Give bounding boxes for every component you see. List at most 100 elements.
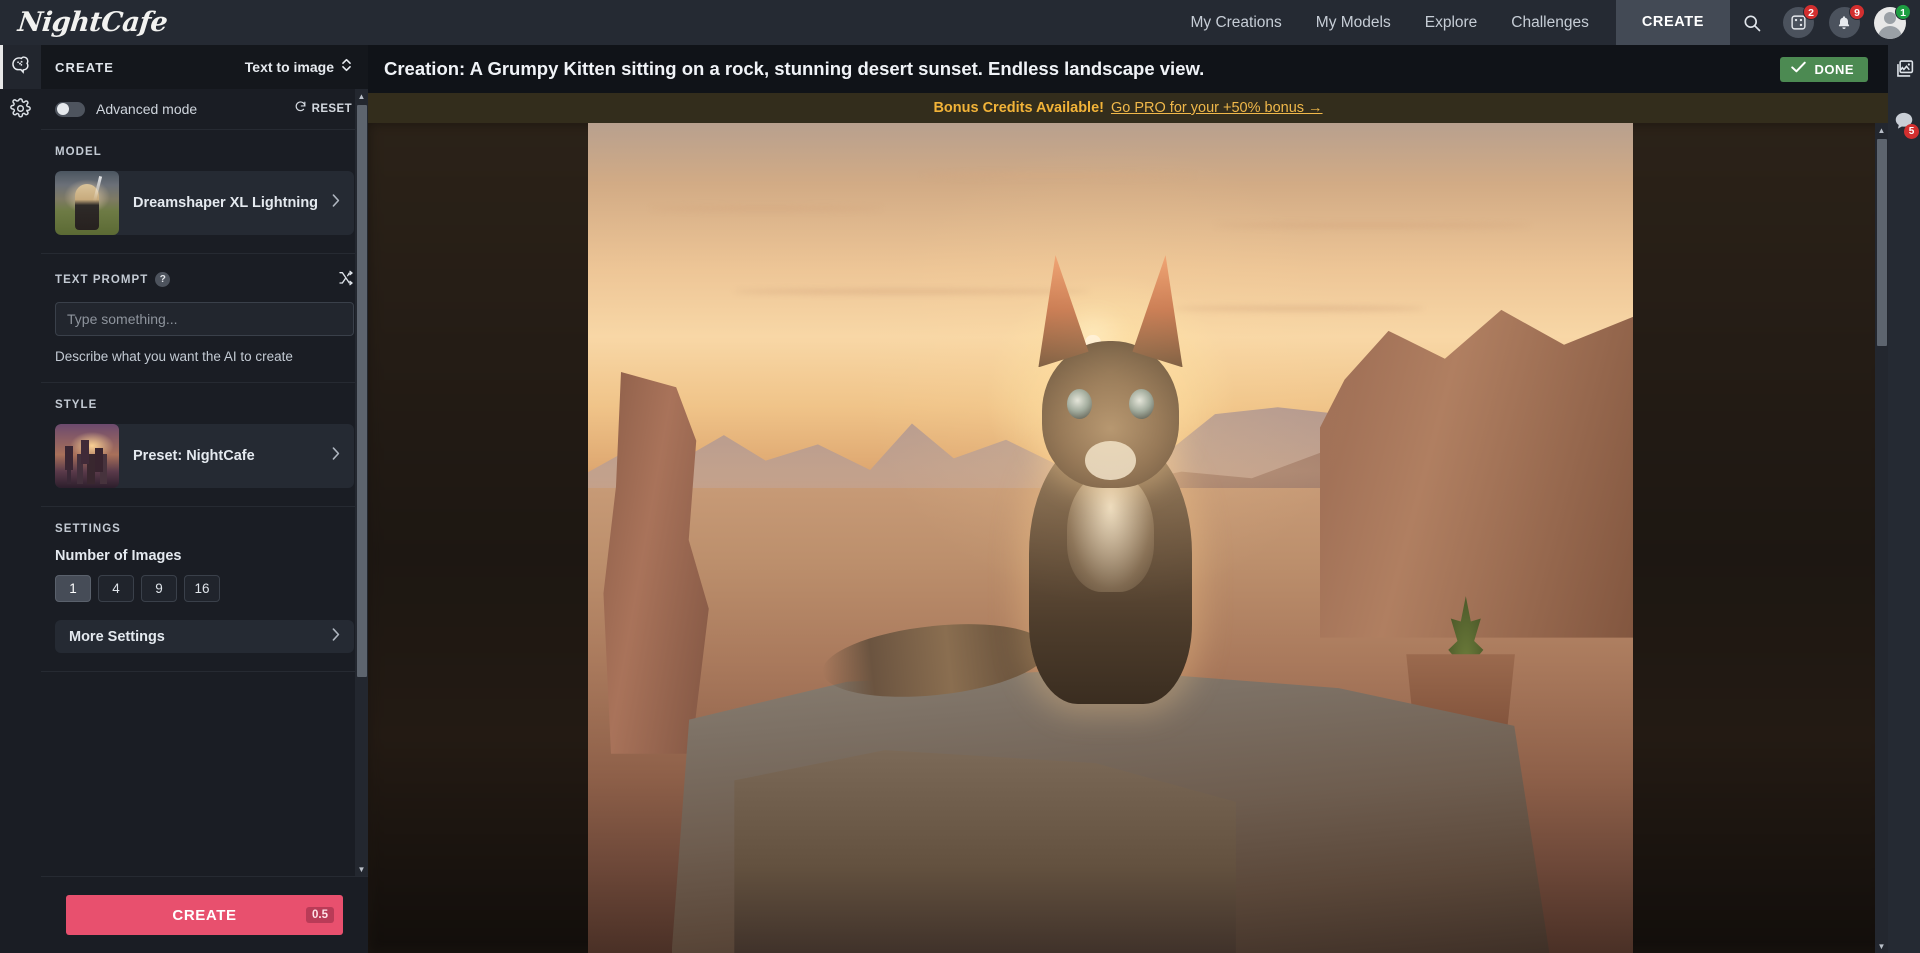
sidebar-footer: CREATE 0.5 <box>41 876 368 953</box>
artwork-kitten-chest <box>1066 470 1155 592</box>
done-button[interactable]: DONE <box>1780 56 1868 82</box>
number-of-images-options: 1 4 9 16 <box>55 575 354 602</box>
model-thumbnail <box>55 171 119 235</box>
generated-image[interactable] <box>588 123 1633 953</box>
sidebar-header: CREATE Text to image <box>41 45 368 89</box>
top-navbar: NightCafe My Creations My Models Explore… <box>0 0 1920 45</box>
scroll-down-icon[interactable]: ▼ <box>1875 939 1888 953</box>
page-title: Creation: A Grumpy Kitten sitting on a r… <box>384 58 1205 79</box>
sidebar-content: Advanced mode RESET MODEL Dreamshaper XL… <box>41 89 368 682</box>
style-thumbnail <box>55 424 119 488</box>
banner-link[interactable]: Go PRO for your +50% bonus → <box>1111 100 1323 116</box>
refresh-icon <box>294 100 307 118</box>
scroll-down-icon[interactable]: ▼ <box>355 862 368 876</box>
chevron-right-icon <box>329 627 342 647</box>
dice-badge: 2 <box>1803 3 1819 20</box>
navbar-create-button[interactable]: CREATE <box>1615 0 1730 45</box>
create-button-label: CREATE <box>172 906 237 924</box>
brain-icon <box>10 54 31 80</box>
mode-selector-value: Text to image <box>244 59 334 75</box>
shuffle-icon[interactable] <box>338 270 354 289</box>
sidebar-scrollbar[interactable]: ▲ ▼ <box>355 89 368 876</box>
style-section-label: STYLE <box>55 399 98 411</box>
style-thumbnail-image <box>55 424 119 488</box>
rail-item-gallery[interactable] <box>1888 45 1920 97</box>
advanced-mode-toggle[interactable] <box>55 101 85 117</box>
avatar-badge: 1 <box>1895 3 1911 20</box>
help-icon[interactable]: ? <box>155 272 171 287</box>
bell-icon[interactable]: 9 <box>1828 3 1865 39</box>
rail-item-settings[interactable] <box>0 89 41 133</box>
chevron-updown-icon <box>341 57 352 78</box>
prompt-input[interactable] <box>55 302 354 336</box>
artwork-kitten-ear-right <box>1132 255 1183 368</box>
more-settings-label: More Settings <box>69 628 165 645</box>
left-icon-rail <box>0 45 41 953</box>
right-icon-rail: 5 <box>1888 45 1920 953</box>
number-option-1[interactable]: 1 <box>55 575 91 602</box>
prompt-section: TEXT PROMPT ? Describe what yo <box>41 254 368 383</box>
reset-button[interactable]: RESET <box>294 100 352 118</box>
number-option-9[interactable]: 9 <box>141 575 177 602</box>
prompt-section-text: TEXT PROMPT <box>55 273 149 286</box>
create-sidebar: CREATE Text to image Advanced mode RESET… <box>41 45 368 953</box>
model-name: Dreamshaper XL Lightning <box>133 194 319 211</box>
avatar[interactable]: 1 <box>1874 3 1911 39</box>
brand-logo[interactable]: NightCafe <box>16 0 169 45</box>
nav-link-my-creations[interactable]: My Creations <box>1173 0 1298 45</box>
model-section: MODEL Dreamshaper XL Lightning <box>41 130 368 254</box>
canvas-scrollbar[interactable]: ▲ ▼ <box>1875 123 1888 953</box>
artwork-cloud <box>1215 222 1529 228</box>
artwork-kitten-muzzle <box>1085 440 1136 480</box>
rail-item-chat[interactable]: 5 <box>1888 97 1920 149</box>
number-of-images-label: Number of Images <box>55 548 182 564</box>
rail-item-create[interactable] <box>0 45 41 89</box>
number-option-4[interactable]: 4 <box>98 575 134 602</box>
banner-headline: Bonus Credits Available! <box>933 100 1104 116</box>
brand-logo-text: NightCafe <box>16 7 169 38</box>
canvas-scrollbar-thumb[interactable] <box>1876 139 1887 346</box>
artwork-kitten-eye-left <box>1066 388 1092 420</box>
mode-selector[interactable]: Text to image <box>245 57 352 78</box>
settings-section: SETTINGS Number of Images 1 4 9 16 More … <box>41 507 368 672</box>
model-card[interactable]: Dreamshaper XL Lightning <box>55 171 354 235</box>
image-canvas: ▲ ▼ <box>368 123 1888 953</box>
advanced-mode-row: Advanced mode RESET <box>41 89 368 130</box>
artwork-cloud <box>922 172 1195 178</box>
main-header: Creation: A Grumpy Kitten sitting on a r… <box>368 45 1888 93</box>
bell-badge: 9 <box>1849 3 1865 20</box>
prompt-section-label: TEXT PROMPT ? <box>55 270 354 289</box>
chevron-right-icon <box>329 446 342 466</box>
style-card[interactable]: Preset: NightCafe <box>55 424 354 488</box>
chevron-right-icon <box>329 193 342 213</box>
nav-link-explore[interactable]: Explore <box>1408 0 1495 45</box>
chat-badge: 5 <box>1904 124 1919 139</box>
sidebar-scrollbar-thumb[interactable] <box>356 105 367 677</box>
number-option-16[interactable]: 16 <box>184 575 220 602</box>
dice-icon[interactable]: 2 <box>1782 3 1819 39</box>
advanced-mode-label: Advanced mode <box>96 101 198 117</box>
scroll-up-icon[interactable]: ▲ <box>1875 123 1888 137</box>
create-button[interactable]: CREATE 0.5 <box>66 895 343 935</box>
navbar-links: My Creations My Models Explore Challenge… <box>1173 0 1605 45</box>
done-button-label: DONE <box>1814 61 1854 77</box>
bonus-credits-banner: Bonus Credits Available! Go PRO for your… <box>368 93 1888 123</box>
navbar-icon-group: 2 9 1 <box>1730 3 1920 39</box>
search-icon[interactable] <box>1736 7 1768 39</box>
model-section-label: MODEL <box>55 146 102 158</box>
gear-icon <box>10 98 31 124</box>
style-section: STYLE Preset: NightCafe <box>41 383 368 507</box>
check-icon <box>1791 60 1807 78</box>
reset-label: RESET <box>311 103 352 115</box>
more-settings-row[interactable]: More Settings <box>55 620 354 653</box>
nav-link-my-models[interactable]: My Models <box>1299 0 1408 45</box>
artwork-kitten <box>819 255 1268 707</box>
style-name: Preset: NightCafe <box>133 447 255 464</box>
settings-section-label: SETTINGS <box>55 523 121 535</box>
scroll-up-icon[interactable]: ▲ <box>355 89 368 103</box>
prompt-hint: Describe what you want the AI to create <box>55 349 293 364</box>
model-thumbnail-image <box>55 171 119 235</box>
artwork-kitten-ear-left <box>1038 255 1089 368</box>
credit-cost-badge: 0.5 <box>306 907 334 923</box>
nav-link-challenges[interactable]: Challenges <box>1494 0 1606 45</box>
